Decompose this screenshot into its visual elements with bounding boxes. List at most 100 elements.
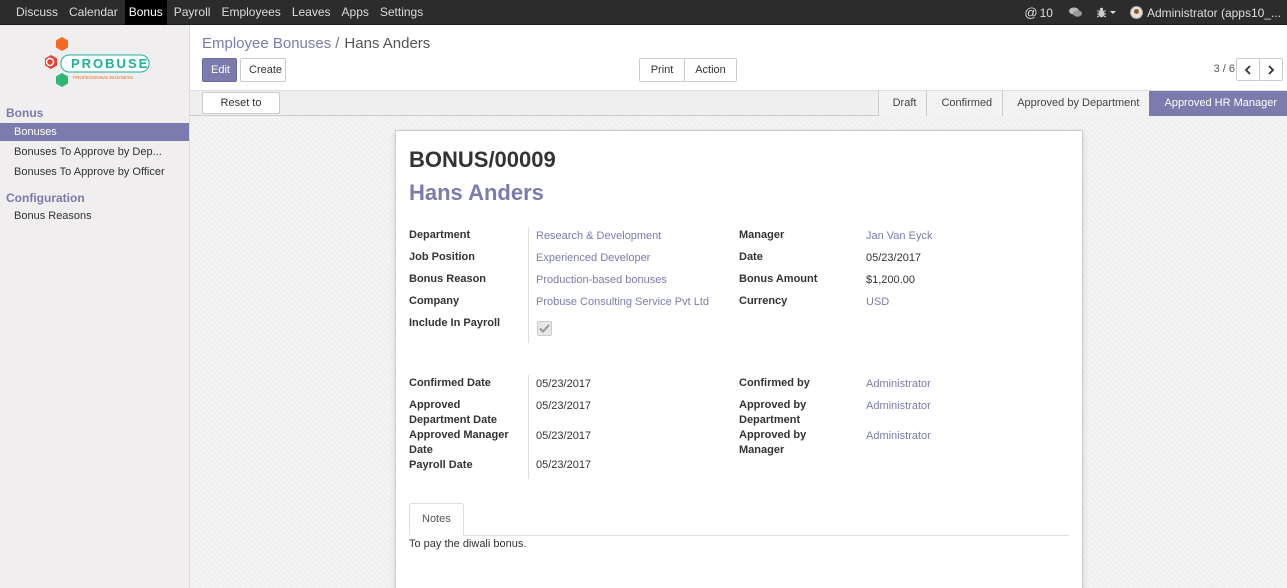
bonus-reason-value[interactable]: Production-based bonuses	[536, 273, 667, 288]
notes-text: To pay the diwali bonus.	[409, 538, 527, 550]
include-payroll-checkbox[interactable]	[537, 321, 552, 336]
stage-approved-hr-manager[interactable]: Approved HR Manager	[1149, 91, 1287, 116]
field-divider	[528, 375, 529, 479]
checkmark-icon	[539, 324, 550, 333]
approved-mgr-date-label-line1: Approved Manager	[409, 429, 509, 441]
stage-approved-by-department[interactable]: Approved by Department	[1002, 91, 1150, 116]
approved-mgr-date-value: 05/23/2017	[536, 430, 592, 442]
approved-mgr-date-label: Approved Manager Date	[409, 428, 509, 458]
tab-divider	[409, 535, 1069, 536]
sidebar: PROBUSE PROFESSIONAL BUSINESS Bonus Bonu…	[0, 25, 190, 588]
bonus-reason-label: Bonus Reason	[409, 273, 487, 285]
menu-calendar[interactable]: Calendar	[65, 0, 122, 25]
bonus-reference: BONUS/00009	[409, 147, 556, 172]
user-menu[interactable]: Administrator (apps10_...	[1129, 5, 1281, 20]
field-divider	[528, 227, 529, 343]
job-position-label: Job Position	[409, 251, 475, 263]
date-label: Date	[739, 251, 763, 263]
approved-dept-date-label-line1: Approved	[409, 399, 461, 411]
action-label: Action	[695, 64, 726, 76]
confirmed-by-value[interactable]: Administrator	[866, 377, 931, 392]
chat-icon	[1068, 7, 1082, 17]
reset-to-draft-button[interactable]: Reset to Draft	[202, 92, 280, 129]
chevron-down-icon	[1109, 11, 1116, 14]
action-dropdown[interactable]: Action	[684, 58, 737, 94]
form-sheet: BONUS/00009 Hans Anders Department Job P…	[395, 130, 1083, 588]
sidebar-section-configuration: Configuration	[6, 191, 85, 205]
control-panel: Employee Bonuses / Hans Anders Edit Create…	[190, 25, 1287, 94]
top-navbar: Discuss Calendar Bonus Payroll Employees…	[0, 0, 1287, 25]
menu-employees[interactable]: Employees	[217, 0, 284, 25]
approved-by-mgr-value[interactable]: Administrator	[866, 429, 931, 444]
create-button[interactable]: Create	[240, 58, 286, 82]
svg-text:PROFESSIONAL BUSINESS: PROFESSIONAL BUSINESS	[73, 75, 133, 80]
menu-bonus[interactable]: Bonus	[124, 0, 167, 25]
approved-by-mgr-label: Approved by Manager	[739, 428, 806, 458]
confirmed-date-value: 05/23/2017	[536, 378, 592, 390]
currency-label: Currency	[739, 295, 788, 307]
breadcrumb-parent[interactable]: Employee Bonuses	[202, 35, 331, 52]
confirmed-by-label: Confirmed by	[739, 377, 810, 389]
breadcrumb-current: Hans Anders	[344, 35, 431, 52]
status-bar: Reset to Draft Draft Confirmed Approved …	[190, 91, 1287, 129]
app-menu: Discuss Calendar Bonus Payroll Employees…	[12, 0, 430, 25]
payroll-date-value: 05/23/2017	[536, 459, 592, 471]
breadcrumb: Employee Bonuses / Hans Anders	[202, 35, 430, 52]
payroll-date-label: Payroll Date	[409, 459, 473, 471]
company-label: Company	[409, 295, 460, 307]
stage-pipeline: Draft Confirmed Approved by Department A…	[877, 91, 1287, 116]
chevron-right-icon	[1268, 64, 1275, 75]
approved-by-dept-value[interactable]: Administrator	[866, 399, 931, 414]
company-value[interactable]: Probuse Consulting Service Pvt Ltd	[536, 295, 709, 310]
employee-name[interactable]: Hans Anders	[409, 180, 544, 206]
user-name: Administrator (apps10_...	[1146, 5, 1281, 20]
menu-settings[interactable]: Settings	[376, 0, 427, 25]
sidebar-item-bonuses[interactable]: Bonuses	[0, 123, 189, 141]
at-icon: @	[1024, 5, 1038, 20]
debug-button[interactable]	[1096, 7, 1116, 18]
chevron-left-icon	[1244, 64, 1251, 75]
tab-notes[interactable]: Notes	[409, 503, 464, 536]
approved-by-mgr-label-line2: Manager	[739, 444, 785, 456]
pager-previous-button[interactable]	[1236, 58, 1260, 81]
print-dropdown[interactable]: Print	[639, 58, 685, 94]
menu-discuss[interactable]: Discuss	[12, 0, 62, 25]
company-logo: PROBUSE PROFESSIONAL BUSINESS	[36, 35, 156, 93]
menu-apps[interactable]: Apps	[338, 0, 373, 25]
create-button-label: Create	[249, 64, 283, 76]
bug-icon	[1096, 7, 1107, 18]
stage-confirmed[interactable]: Confirmed	[926, 91, 1003, 116]
print-label: Print	[650, 64, 674, 76]
approved-dept-date-label: Approved Department Date	[409, 398, 497, 428]
chat-button[interactable]	[1068, 7, 1082, 18]
department-value[interactable]: Research & Development	[536, 229, 661, 244]
approved-by-dept-label-line1: Approved by	[739, 399, 807, 411]
manager-value[interactable]: Jan Van Eyck	[866, 229, 932, 244]
approved-dept-date-value: 05/23/2017	[536, 400, 592, 412]
mentions-button[interactable]: @ 10	[1024, 5, 1053, 20]
stage-draft[interactable]: Draft	[877, 91, 927, 116]
menu-leaves[interactable]: Leaves	[288, 0, 335, 25]
sidebar-item-approve-by-officer[interactable]: Bonuses To Approve by Officer	[0, 163, 189, 181]
currency-value[interactable]: USD	[866, 295, 889, 310]
svg-text:PROBUSE: PROBUSE	[71, 56, 149, 71]
pager-next-button[interactable]	[1259, 58, 1283, 81]
sidebar-item-approve-by-dep[interactable]: Bonuses To Approve by Dep...	[0, 143, 189, 161]
sidebar-item-bonus-reasons[interactable]: Bonus Reasons	[0, 207, 189, 225]
avatar	[1129, 6, 1143, 19]
confirmed-date-label: Confirmed Date	[409, 377, 491, 389]
pager-value: 3 / 6	[1213, 63, 1235, 75]
job-position-value[interactable]: Experienced Developer	[536, 251, 650, 266]
menu-payroll[interactable]: Payroll	[170, 0, 215, 25]
sidebar-section-bonus: Bonus	[6, 106, 44, 120]
approved-by-dept-label-line2: Department	[739, 414, 801, 426]
department-label: Department	[409, 229, 471, 241]
approved-mgr-date-label-line2: Date	[409, 444, 433, 456]
breadcrumb-separator: /	[335, 35, 340, 52]
include-payroll-label: Include In Payroll	[409, 317, 501, 329]
approved-dept-date-label-line2: Department Date	[409, 414, 498, 426]
bonus-amount-value: $1,200.00	[866, 274, 915, 286]
edit-button[interactable]: Edit	[202, 58, 237, 82]
bonus-amount-label: Bonus Amount	[739, 273, 818, 285]
approved-by-dept-label: Approved by Department	[739, 398, 806, 428]
